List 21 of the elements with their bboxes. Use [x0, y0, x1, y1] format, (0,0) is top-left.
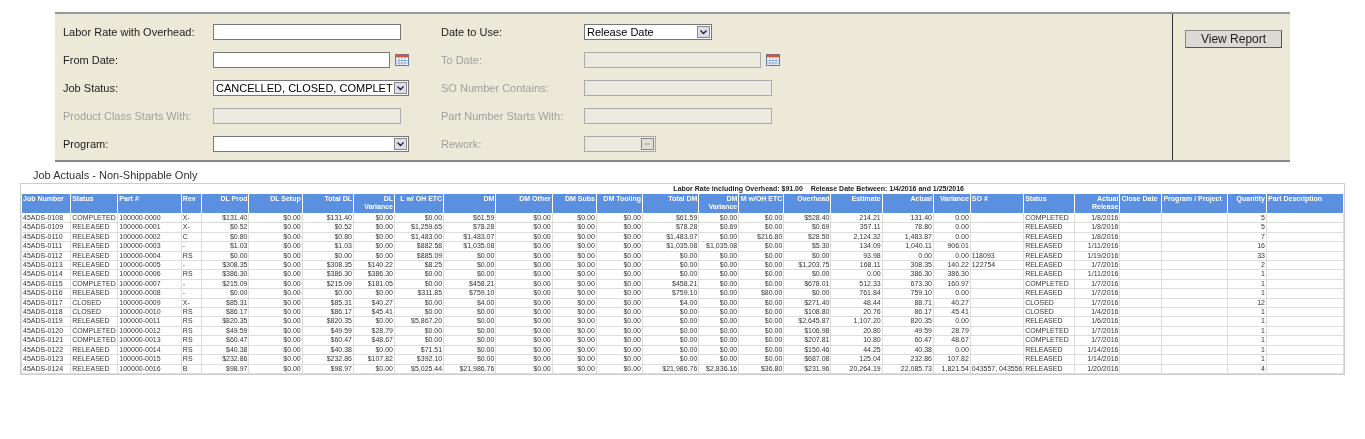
dropdown-value: CANCELLED, CLOSED, COMPLET [216, 82, 393, 94]
report-title: Job Actuals - Non-Shippable Only [33, 170, 199, 181]
field-label: Date to Use: [441, 24, 503, 40]
calendar-icon[interactable] [766, 54, 780, 66]
field-label: Labor Rate with Overhead: [63, 24, 195, 40]
field-label: Part Number Starts With: [441, 108, 564, 124]
field-label: SO Number Contains: [441, 80, 549, 96]
dropdown-value: Release Date [587, 26, 654, 38]
field-label: Job Status: [63, 80, 119, 96]
field-label: Program: [63, 136, 109, 152]
view-report-button[interactable]: View Report [1185, 30, 1282, 48]
field-label: From Date: [63, 52, 118, 68]
field-label: Product Class Starts With: [63, 108, 192, 124]
dropdown-field[interactable] [213, 136, 409, 152]
dropdown-field[interactable]: Release Date [584, 24, 712, 40]
date-field[interactable] [213, 52, 390, 68]
dropdown-field[interactable]: CANCELLED, CLOSED, COMPLET [213, 80, 409, 96]
field-label: Rework: [441, 136, 482, 152]
field-label: To Date: [441, 52, 482, 68]
text-field[interactable] [213, 24, 401, 40]
calendar-icon[interactable] [395, 54, 409, 66]
